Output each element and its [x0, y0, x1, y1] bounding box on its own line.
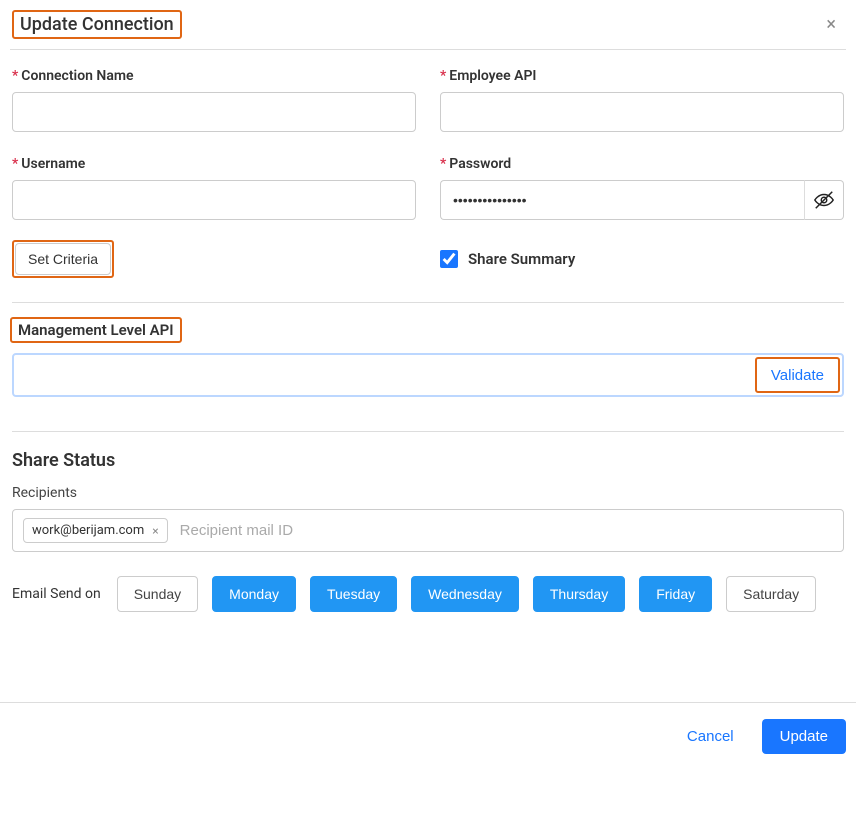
recipient-tag: work@berijam.com ×	[23, 518, 168, 543]
field-username: *Username	[12, 156, 416, 220]
divider-2	[12, 431, 844, 432]
day-tuesday[interactable]: Tuesday	[310, 576, 397, 612]
share-summary-checkbox[interactable]	[440, 250, 458, 268]
field-connection-name: *Connection Name	[12, 68, 416, 132]
employee-api-input[interactable]	[440, 92, 844, 132]
share-summary-row: Share Summary	[440, 250, 844, 268]
management-api-row: Validate	[12, 353, 844, 397]
management-api-input[interactable]	[16, 357, 755, 393]
connection-name-input[interactable]	[12, 92, 416, 132]
share-summary-label: Share Summary	[468, 250, 575, 268]
share-status-heading: Share Status	[12, 450, 844, 471]
field-employee-api: *Employee API	[440, 68, 844, 132]
password-input[interactable]	[440, 180, 804, 220]
email-send-on-label: Email Send on	[12, 586, 101, 602]
field-password: *Password	[440, 156, 844, 220]
toggle-password-visibility-icon[interactable]	[804, 180, 844, 220]
recipient-tag-text: work@berijam.com	[32, 523, 144, 538]
set-criteria-highlight: Set Criteria	[12, 240, 114, 278]
email-days-row: Email Send on Sunday Monday Tuesday Wedn…	[12, 576, 844, 612]
day-saturday[interactable]: Saturday	[726, 576, 816, 612]
eye-slash-icon	[813, 189, 835, 211]
modal-title: Update Connection	[20, 14, 174, 35]
close-icon[interactable]: ×	[818, 10, 844, 39]
day-monday[interactable]: Monday	[212, 576, 296, 612]
day-sunday[interactable]: Sunday	[117, 576, 198, 612]
day-friday[interactable]: Friday	[639, 576, 712, 612]
update-button[interactable]: Update	[762, 719, 846, 754]
update-connection-modal: Update Connection × *Connection Name *Em…	[0, 0, 856, 612]
modal-footer: Cancel Update	[0, 702, 856, 770]
modal-header: Update Connection ×	[10, 0, 846, 50]
recipients-input-container[interactable]: work@berijam.com ×	[12, 509, 844, 552]
cancel-button[interactable]: Cancel	[677, 720, 744, 753]
recipients-label: Recipients	[12, 485, 844, 501]
validate-highlight: Validate	[755, 357, 840, 393]
modal-title-highlight: Update Connection	[12, 10, 182, 39]
criteria-share-row: Set Criteria Share Summary	[10, 220, 846, 278]
validate-button[interactable]: Validate	[757, 367, 838, 384]
day-thursday[interactable]: Thursday	[533, 576, 625, 612]
form-grid: *Connection Name *Employee API *Username…	[10, 50, 846, 220]
employee-api-label: *Employee API	[440, 68, 844, 84]
recipient-mail-input[interactable]	[180, 522, 833, 539]
day-wednesday[interactable]: Wednesday	[411, 576, 519, 612]
remove-recipient-icon[interactable]: ×	[152, 524, 158, 538]
management-level-api-title: Management Level API	[10, 317, 182, 343]
set-criteria-button[interactable]: Set Criteria	[15, 243, 111, 275]
connection-name-label: *Connection Name	[12, 68, 416, 84]
username-label: *Username	[12, 156, 416, 172]
username-input[interactable]	[12, 180, 416, 220]
password-label: *Password	[440, 156, 844, 172]
